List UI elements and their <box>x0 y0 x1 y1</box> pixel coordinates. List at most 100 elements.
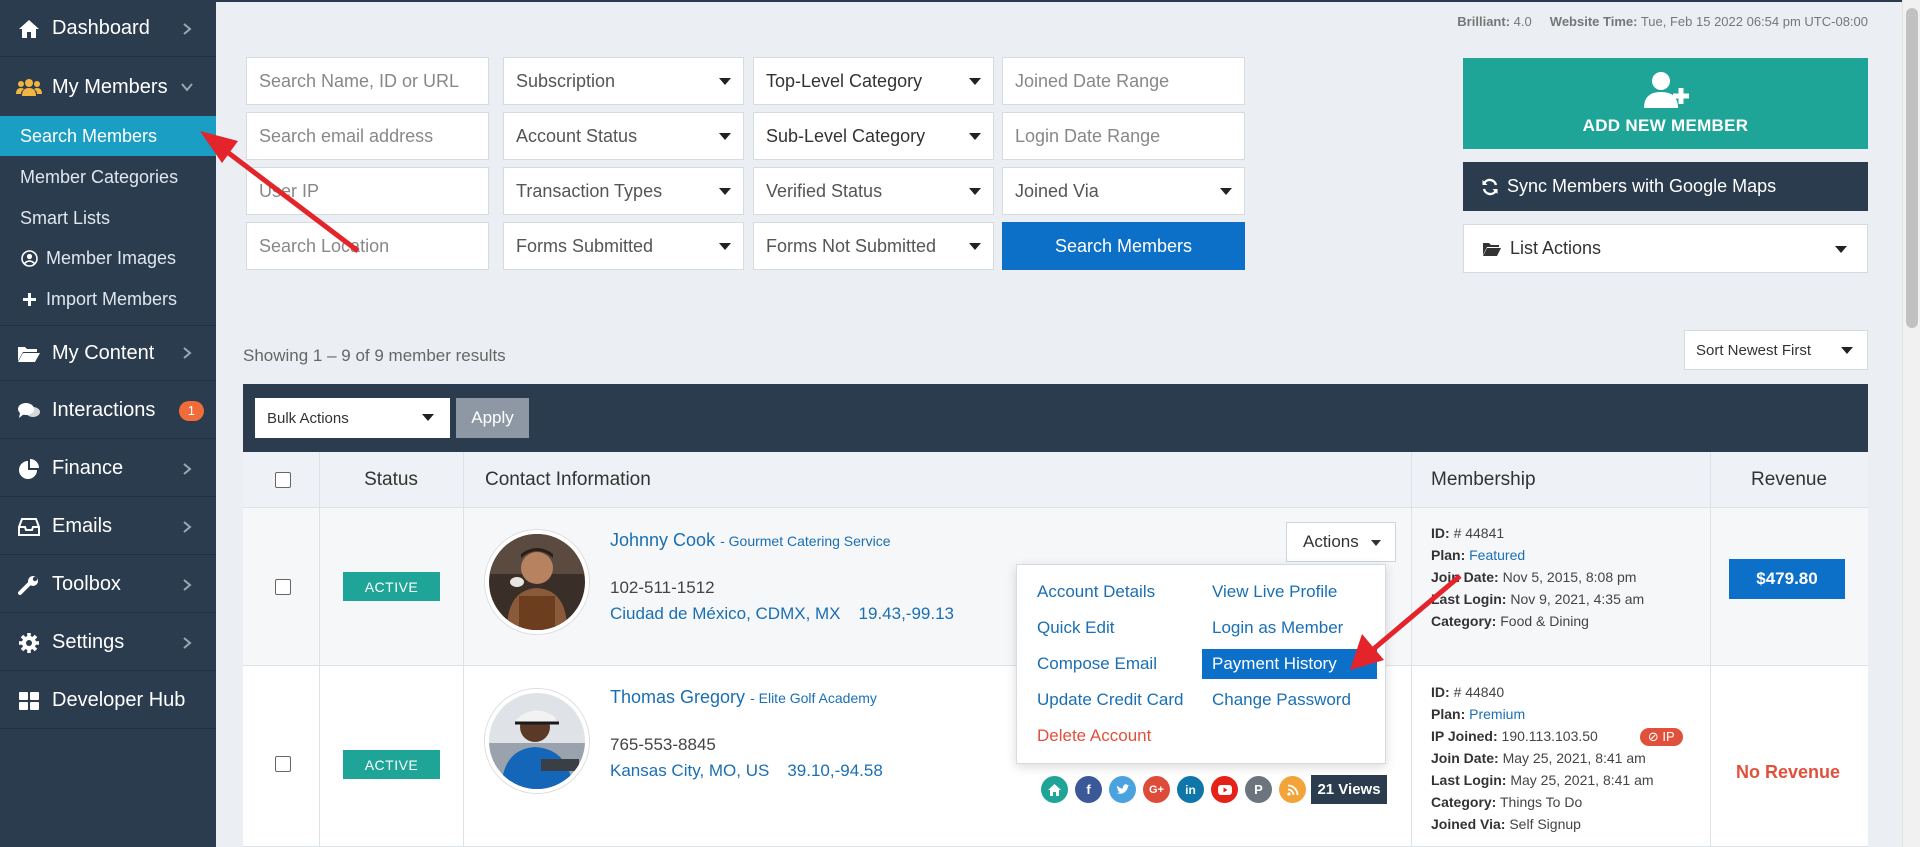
sidebar-item-import-members[interactable]: Import Members <box>0 279 216 319</box>
nav-settings[interactable]: Settings <box>0 615 216 671</box>
menu-item-account-details[interactable]: Account Details <box>1027 577 1165 607</box>
search-name-input[interactable]: Search Name, ID or URL <box>246 57 489 105</box>
menu-item-payment-history[interactable]: Payment History <box>1202 649 1377 679</box>
last-login-label: Last Login: <box>1431 591 1507 607</box>
menu-item-change-password[interactable]: Change Password <box>1202 685 1361 715</box>
actions-dropdown-button[interactable]: Actions <box>1286 522 1396 562</box>
sync-google-maps-button[interactable]: Sync Members with Google Maps <box>1463 162 1868 211</box>
forms-not-submitted-select[interactable]: Forms Not Submitted <box>753 222 994 270</box>
twitter-icon[interactable] <box>1109 776 1136 803</box>
caret-down-icon <box>719 78 731 85</box>
column-revenue: Revenue <box>1750 469 1828 490</box>
sidebar-item-search-members[interactable]: Search Members <box>0 116 216 156</box>
facebook-icon[interactable]: f <box>1075 776 1102 803</box>
page-scrollbar[interactable] <box>1902 0 1920 847</box>
nav-label: Finance <box>52 457 124 479</box>
membership-info: ID: # 44841 Plan: Featured Join Date: No… <box>1431 522 1644 632</box>
home-icon[interactable] <box>1041 776 1068 803</box>
plus-icon <box>20 290 38 308</box>
google-plus-icon[interactable]: G+ <box>1143 776 1170 803</box>
nav-label: Emails <box>52 515 113 537</box>
sub-item-label: Import Members <box>46 288 178 309</box>
inbox-icon <box>16 515 42 539</box>
nav-toolbox[interactable]: Toolbox <box>0 557 216 613</box>
bulk-actions-value: Bulk Actions <box>267 409 349 427</box>
member-location-link[interactable]: Ciudad de México, CDMX, MX 19.43,-99.13 <box>610 604 954 624</box>
nav-finance[interactable]: Finance <box>0 441 216 497</box>
subscription-select[interactable]: Subscription <box>503 57 744 105</box>
ip-ban-badge[interactable]: ⊘ IP <box>1639 728 1683 746</box>
search-members-button[interactable]: Search Members <box>1002 222 1245 270</box>
menu-item-quick-edit[interactable]: Quick Edit <box>1027 613 1124 643</box>
nav-label: My Content <box>52 341 155 364</box>
top-level-category-select[interactable]: Top-Level Category <box>753 57 994 105</box>
category-value: Food & Dining <box>1500 613 1589 629</box>
caret-down-icon <box>719 133 731 140</box>
avatar[interactable] <box>485 530 589 634</box>
account-status-select[interactable]: Account Status <box>503 112 744 160</box>
avatar[interactable] <box>485 689 589 793</box>
linkedin-icon[interactable]: in <box>1177 776 1204 803</box>
login-date-range-input[interactable]: Login Date Range <box>1002 112 1245 160</box>
sidebar-item-smart-lists[interactable]: Smart Lists <box>0 198 216 238</box>
pinterest-icon[interactable]: P <box>1245 776 1272 803</box>
wrench-icon <box>16 573 42 597</box>
forms-submitted-select[interactable]: Forms Submitted <box>503 222 744 270</box>
sort-select[interactable]: Sort Newest First <box>1684 330 1868 370</box>
column-status: Status <box>364 469 418 490</box>
placeholder: Login Date Range <box>1015 125 1161 146</box>
nav-my-members[interactable]: My Members <box>0 59 216 115</box>
list-actions-dropdown[interactable]: List Actions <box>1463 224 1868 273</box>
sidebar-item-member-categories[interactable]: Member Categories <box>0 157 216 197</box>
add-new-member-button[interactable]: ADD NEW MEMBER <box>1463 58 1868 149</box>
search-location-input[interactable]: Search Location <box>246 222 489 270</box>
transaction-types-select[interactable]: Transaction Types <box>503 167 744 215</box>
member-location: Kansas City, MO, US <box>610 761 770 780</box>
search-email-input[interactable]: Search email address <box>246 112 489 160</box>
id-value: # 44840 <box>1453 684 1505 700</box>
sidebar-item-member-images[interactable]: Member Images <box>0 238 216 278</box>
verified-status-select[interactable]: Verified Status <box>753 167 994 215</box>
apply-button[interactable]: Apply <box>456 398 529 438</box>
plan-link[interactable]: Featured <box>1469 547 1525 563</box>
member-name-link[interactable]: Thomas Gregory - Elite Golf Academy <box>610 687 877 708</box>
nav-interactions[interactable]: Interactions 1 <box>0 383 216 439</box>
bulk-actions-select[interactable]: Bulk Actions <box>255 398 450 438</box>
chevron-right-icon <box>183 578 192 591</box>
joined-date-range-input[interactable]: Joined Date Range <box>1002 57 1245 105</box>
member-name-link[interactable]: Johnny Cook - Gourmet Catering Service <box>610 530 891 551</box>
scrollbar-thumb[interactable] <box>1906 8 1918 328</box>
no-revenue-text: No Revenue <box>1736 762 1841 782</box>
nav-label: Toolbox <box>52 573 121 595</box>
pie-chart-icon <box>16 457 42 481</box>
joined-via-select[interactable]: Joined Via <box>1002 167 1245 215</box>
row-checkbox[interactable] <box>275 579 291 595</box>
plan-link[interactable]: Premium <box>1469 706 1525 722</box>
table-header: Status Contact Information Membership Re… <box>243 452 1868 508</box>
sub-level-category-select[interactable]: Sub-Level Category <box>753 112 994 160</box>
nav-dashboard-label: Dashboard <box>52 17 150 39</box>
menu-item-login-as-member[interactable]: Login as Member <box>1202 613 1353 643</box>
caret-down-icon <box>969 133 981 140</box>
nav-dashboard[interactable]: Dashboard <box>0 1 216 57</box>
revenue-button[interactable]: $479.80 <box>1729 559 1845 599</box>
caret-down-icon <box>1220 188 1232 195</box>
member-company: - Elite Golf Academy <box>750 690 877 706</box>
last-login-value: May 25, 2021, 8:41 am <box>1510 772 1654 788</box>
last-login-value: Nov 9, 2021, 4:35 am <box>1510 591 1645 607</box>
nav-my-content[interactable]: My Content <box>0 325 216 381</box>
menu-item-update-credit-card[interactable]: Update Credit Card <box>1027 685 1193 715</box>
rss-icon[interactable] <box>1279 776 1306 803</box>
nav-developer-hub[interactable]: Developer Hub <box>0 673 216 729</box>
select-all-checkbox[interactable] <box>275 472 291 488</box>
row-checkbox[interactable] <box>275 756 291 772</box>
nav-emails[interactable]: Emails <box>0 499 216 555</box>
menu-item-delete-account[interactable]: Delete Account <box>1027 721 1161 751</box>
placeholder: User IP <box>259 180 320 201</box>
menu-item-view-live-profile[interactable]: View Live Profile <box>1202 577 1347 607</box>
menu-item-compose-email[interactable]: Compose Email <box>1027 649 1167 679</box>
status-badge: ACTIVE <box>343 750 440 779</box>
member-location-link[interactable]: Kansas City, MO, US 39.10,-94.58 <box>610 761 883 781</box>
youtube-icon[interactable] <box>1211 776 1238 803</box>
user-ip-input[interactable]: User IP <box>246 167 489 215</box>
